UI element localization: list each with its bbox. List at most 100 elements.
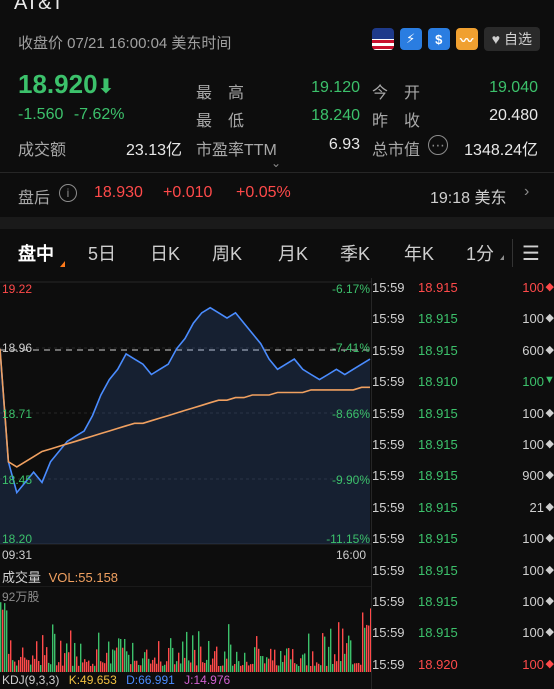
stock-title: AT&T bbox=[14, 0, 64, 14]
dollar-icon[interactable]: $ bbox=[427, 28, 450, 50]
pct-label-top: -6.17% bbox=[331, 282, 370, 296]
volume-bar bbox=[268, 658, 270, 672]
tick-price: 18.915 bbox=[418, 594, 458, 609]
volume-bar bbox=[96, 649, 98, 672]
volume-bar bbox=[130, 664, 132, 672]
volume-bar bbox=[126, 651, 128, 672]
tick-volume: 100 bbox=[522, 374, 544, 390]
tab-5day[interactable]: 5日 bbox=[88, 240, 116, 266]
volume-bar bbox=[364, 627, 366, 672]
tick-row: 15:59 18.920 100 ◆ bbox=[372, 657, 554, 672]
info-icon[interactable]: i bbox=[59, 184, 77, 202]
tick-direction-icon: ◆ bbox=[545, 532, 554, 545]
volume-bar bbox=[60, 640, 62, 672]
tick-price: 18.915 bbox=[418, 468, 458, 484]
tick-direction-icon: ◆ bbox=[545, 563, 554, 576]
more-info-icon[interactable]: ⋯ bbox=[428, 135, 448, 155]
volume-bars bbox=[0, 602, 372, 672]
kdj-label: KDJ(9,3,3) bbox=[2, 673, 60, 687]
volume-bar bbox=[348, 635, 350, 672]
tick-price: 18.915 bbox=[418, 625, 458, 641]
kdj-header: KDJ(9,3,3) K:49.653 D:66.991 J:14.976 bbox=[2, 673, 230, 687]
tick-time: 15:59 bbox=[372, 342, 405, 358]
volume-bar bbox=[206, 659, 208, 672]
tab-quarterly-k[interactable]: 季K bbox=[340, 240, 370, 266]
expand-chevron-icon[interactable]: ⌄ bbox=[271, 156, 281, 170]
volume-bar bbox=[336, 661, 338, 672]
tick-price: 18.915 bbox=[418, 499, 458, 515]
volume-bar bbox=[110, 663, 112, 672]
after-hours-label: 盘后 bbox=[18, 190, 51, 207]
add-watchlist-button[interactable]: ♥ 自选 bbox=[483, 27, 540, 51]
chevron-right-icon[interactable]: › bbox=[524, 183, 529, 201]
tab-daily-k[interactable]: 日K bbox=[150, 240, 180, 266]
volume-bar bbox=[62, 665, 64, 672]
divider bbox=[0, 172, 554, 173]
volume-bar bbox=[18, 660, 20, 672]
volume-bar bbox=[248, 665, 250, 672]
volume-bar bbox=[112, 649, 114, 672]
chart-settings-icon[interactable]: ☰ bbox=[522, 241, 540, 266]
pct-label-low: -9.90% bbox=[331, 473, 370, 487]
volume-bar bbox=[88, 660, 90, 672]
level2-icon[interactable]: ⚡ bbox=[399, 28, 422, 50]
tick-row: 15:59 18.915 100 ◆ bbox=[372, 311, 554, 326]
volume-bar bbox=[306, 665, 308, 672]
wave-chart-icon[interactable]: 〰 bbox=[455, 28, 478, 50]
after-hours-price: 18.930 bbox=[94, 184, 143, 201]
volume-bar bbox=[156, 663, 158, 672]
volume-bar bbox=[228, 624, 230, 672]
tick-row: 15:59 18.915 21 ◆ bbox=[372, 500, 554, 515]
volume-bar bbox=[160, 661, 162, 672]
tick-direction-icon: ◆ bbox=[545, 469, 554, 482]
volume-bar bbox=[10, 640, 12, 672]
tick-time: 15:59 bbox=[372, 499, 405, 515]
volume-bar bbox=[144, 652, 146, 672]
volume-bar bbox=[100, 661, 102, 672]
tab-yearly-k[interactable]: 年K bbox=[404, 240, 434, 266]
volume-bar bbox=[310, 665, 312, 672]
open-label: 今 开 bbox=[372, 85, 421, 102]
volume-bar bbox=[26, 659, 28, 672]
volume-bar bbox=[98, 632, 100, 672]
volume-bar bbox=[224, 651, 226, 672]
volume-bar bbox=[4, 603, 6, 672]
volume-bar bbox=[292, 649, 294, 672]
volume-bar bbox=[180, 663, 182, 672]
volume-bar bbox=[276, 665, 278, 672]
volume-bar bbox=[356, 663, 358, 672]
volume-bar bbox=[366, 624, 368, 672]
tab-monthly-k[interactable]: 月K bbox=[278, 240, 308, 266]
tick-volume: 100 bbox=[522, 594, 544, 609]
volume-bar bbox=[142, 658, 144, 672]
tab-intraday[interactable]: 盘中 bbox=[18, 240, 54, 266]
tab-weekly-k[interactable]: 周K bbox=[212, 240, 242, 266]
volume-chart[interactable] bbox=[0, 586, 372, 672]
tab-1min[interactable]: 1分 bbox=[466, 240, 494, 266]
tick-direction-icon: ◆ bbox=[545, 500, 554, 513]
tick-time: 15:59 bbox=[372, 562, 405, 578]
volume-bar bbox=[158, 641, 160, 672]
volume-bar bbox=[36, 641, 38, 672]
tick-direction-icon: ◆ bbox=[545, 343, 554, 356]
kdj-d: D:66.991 bbox=[126, 673, 175, 687]
tick-row: 15:59 18.915 100 ◆ bbox=[372, 563, 554, 578]
y-label-bottom: 18.20 bbox=[2, 532, 33, 546]
high-value: 19.120 bbox=[311, 79, 360, 96]
kdj-j: J:14.976 bbox=[184, 673, 231, 687]
volume-bar bbox=[162, 665, 164, 672]
pe-value: 6.93 bbox=[328, 136, 360, 153]
volume-bar bbox=[46, 647, 48, 672]
heart-icon: ♥ bbox=[491, 31, 500, 47]
volume-bar bbox=[216, 646, 218, 672]
volume-bar bbox=[136, 660, 138, 672]
market-cap-value: 1348.24亿 bbox=[464, 142, 538, 159]
intraday-chart[interactable] bbox=[0, 280, 372, 548]
volume-bar bbox=[164, 664, 166, 672]
tick-price: 18.915 bbox=[418, 562, 458, 578]
tick-price: 18.915 bbox=[418, 280, 458, 295]
volume-bar bbox=[44, 655, 46, 672]
after-hours-change: +0.010 bbox=[163, 184, 213, 201]
volume-bar bbox=[150, 663, 152, 672]
tick-volume: 100 bbox=[522, 280, 544, 295]
